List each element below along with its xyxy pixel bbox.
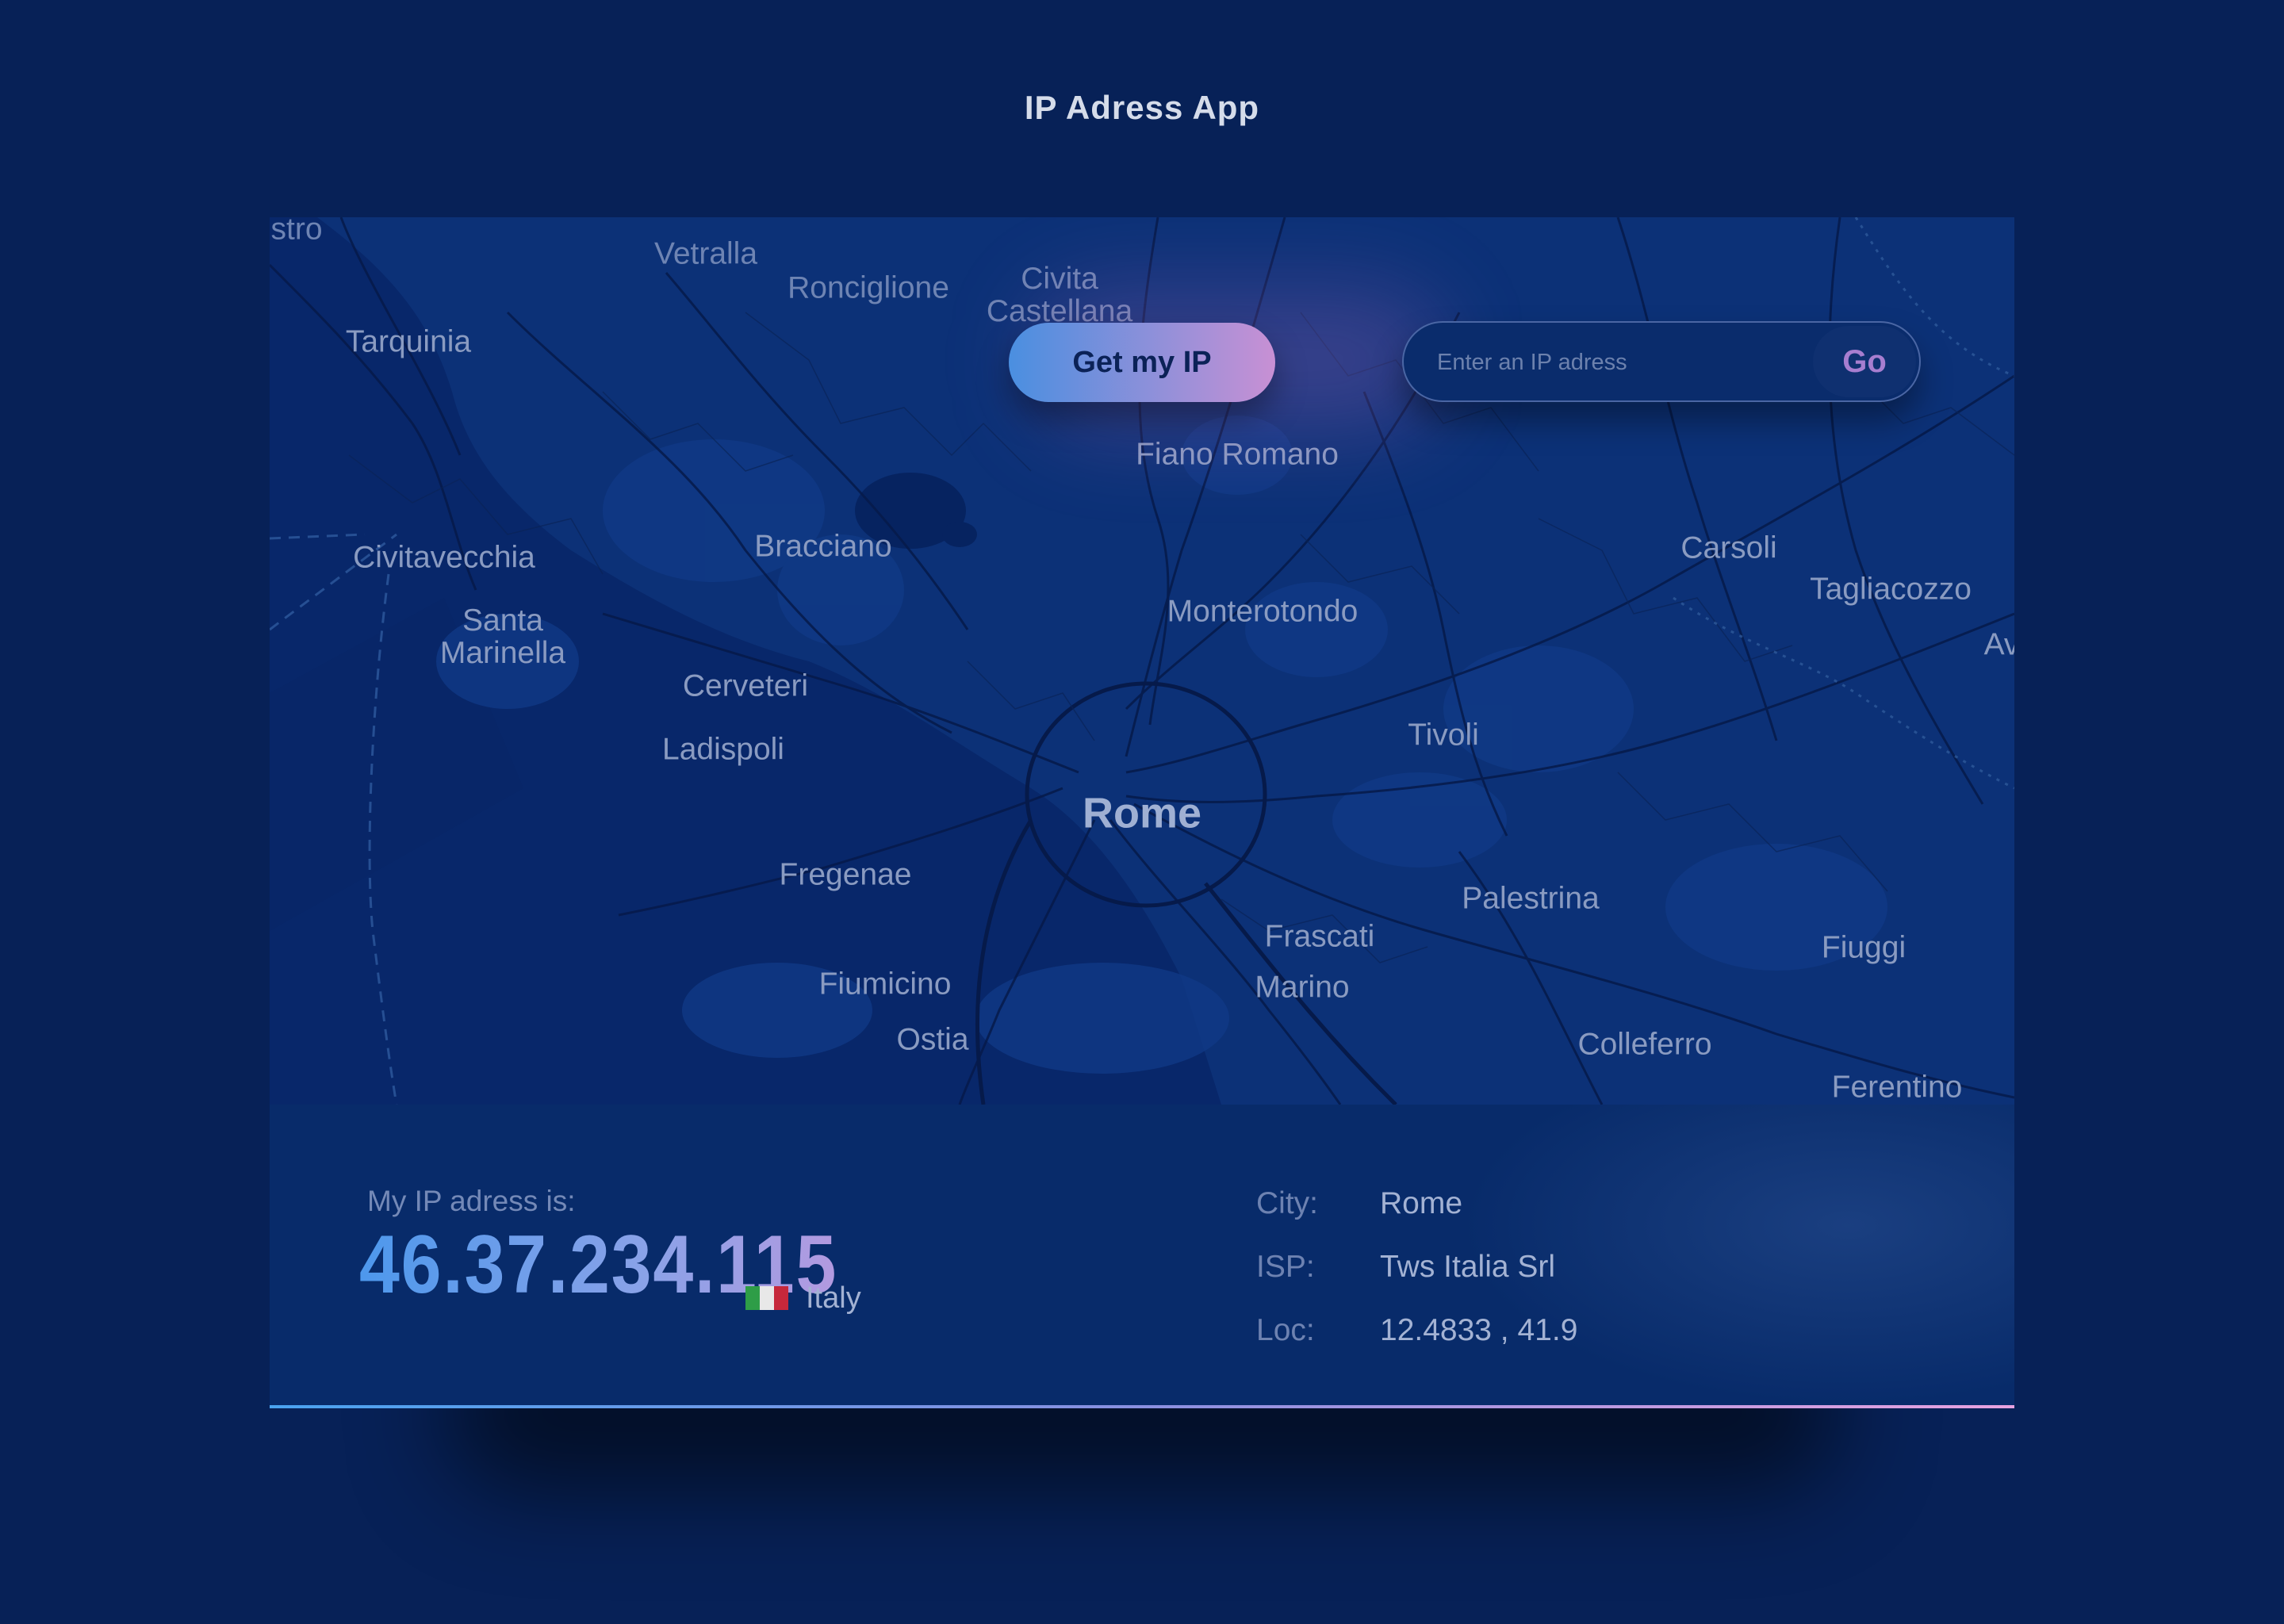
detail-value: 12.4833 , 41.9 [1380,1313,1578,1347]
map-label: Fiano Romano [1136,437,1339,472]
map-label: Fregenae [779,857,912,892]
map-label: Tagliacozzo [1810,572,1972,607]
country-name: Italy [806,1281,861,1315]
map-label: Colleferro [1577,1027,1712,1062]
map-label: Carsoli [1680,530,1777,565]
my-ip-caption: My IP adress is: [367,1185,576,1217]
map-label: Ferentino [1831,1070,1963,1105]
map-label: Palestrina [1462,881,1600,916]
map-label: Ronciglione [788,270,949,305]
flag-stripe-green [745,1286,760,1310]
flag-stripe-red [774,1286,788,1310]
detail-label: City: [1256,1186,1318,1220]
map-label: Vetralla [653,236,758,271]
detail-row-loc: Loc: 12.4833 , 41.9 [1256,1308,1577,1353]
detail-label: ISP: [1256,1250,1315,1284]
map-label: Civitavecchia [353,540,535,575]
detail-value: Tws Italia Srl [1380,1250,1556,1284]
ip-address-input[interactable] [1435,339,1788,386]
detail-value: Rome [1380,1186,1463,1220]
map-label: Monterotondo [1167,594,1359,629]
map-label: Ladispoli [662,732,784,767]
ip-search-form: Go [1402,321,1921,402]
map-label: Marino [1255,970,1350,1005]
detail-label: Loc: [1256,1313,1315,1347]
map-label: Frascati [1264,919,1375,954]
flag-stripe-white [760,1286,774,1310]
map-label: Bracciano [754,529,892,564]
map-label: Tivoli [1408,718,1479,753]
map-label-city: Rome [1082,789,1202,837]
map-label: Av [1983,627,2014,662]
map-label: Tarquinia [345,324,472,359]
map-label: Fiuggi [1821,930,1907,965]
map-label: Ostia [896,1022,969,1057]
accent-line [270,1405,2014,1408]
map-view[interactable]: stro Vetralla Ronciglione Civita Castell… [270,217,2014,1105]
map-label: Fiumicino [818,967,952,1002]
map-label: Santa Marinella [439,603,566,670]
app-title: IP Adress App [1024,89,1260,126]
country: Italy [745,1278,861,1318]
detail-row-city: City: Rome [1256,1182,1462,1226]
get-my-ip-button[interactable]: Get my IP [1009,323,1275,402]
map-label: stro [270,217,323,247]
map-label: Cerveteri [682,668,809,703]
ip-card: stro Vetralla Ronciglione Civita Castell… [270,217,2014,1408]
italy-flag-icon [745,1286,788,1310]
detail-row-isp: ISP: Tws Italia Srl [1256,1245,1555,1289]
go-button[interactable]: Go [1813,326,1916,397]
